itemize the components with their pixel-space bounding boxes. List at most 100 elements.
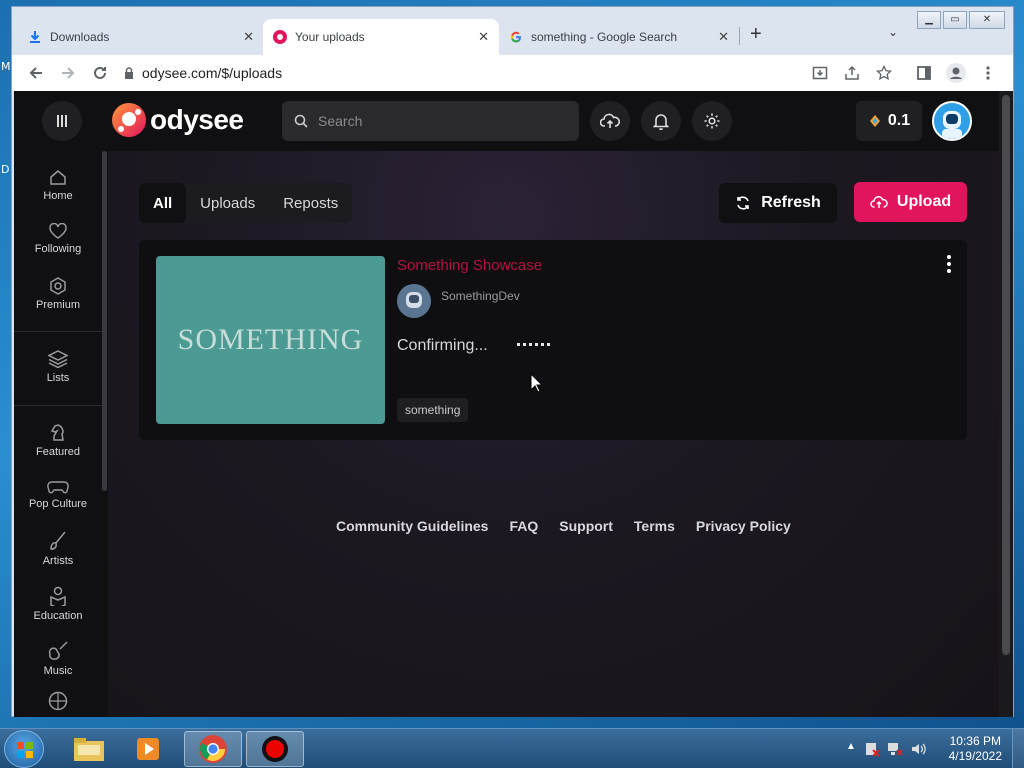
- taskbar-explorer[interactable]: [60, 731, 118, 767]
- network-icon[interactable]: [887, 741, 903, 757]
- sidebar-item-lists[interactable]: Lists: [14, 341, 102, 393]
- taskbar-media-player[interactable]: [120, 731, 178, 767]
- action-center-icon[interactable]: [864, 741, 880, 757]
- basketball-icon: [48, 691, 68, 711]
- bookmark-button[interactable]: [872, 61, 896, 85]
- desktop-icon-label[interactable]: M: [1, 60, 11, 73]
- volume-icon[interactable]: [910, 741, 926, 757]
- footer-link-privacy-policy[interactable]: Privacy Policy: [696, 518, 791, 534]
- cloud-upload-icon: [870, 196, 888, 208]
- sidebar-scrollbar[interactable]: [102, 151, 107, 491]
- sidebar-item-music[interactable]: Music: [14, 633, 102, 685]
- upload-button[interactable]: Upload: [854, 182, 967, 222]
- odysee-icon: [273, 30, 287, 44]
- tab-your-uploads[interactable]: Your uploads ✕: [263, 19, 499, 55]
- minimize-button[interactable]: ▁: [917, 11, 941, 29]
- card-menu-button[interactable]: [939, 254, 959, 274]
- close-icon[interactable]: ✕: [243, 29, 254, 45]
- footer-link-faq[interactable]: FAQ: [509, 518, 538, 534]
- heart-icon: [49, 223, 67, 239]
- sidebar-item-label: Featured: [35, 446, 81, 458]
- sidebar-item-label: Home: [43, 190, 73, 202]
- start-button[interactable]: [4, 730, 44, 768]
- upload-label: Upload: [896, 193, 952, 210]
- settings-button[interactable]: [692, 101, 732, 141]
- sidebar-item-home[interactable]: Home: [14, 159, 102, 211]
- sidebar-item-education[interactable]: Education: [14, 578, 102, 630]
- sidebar-item-more[interactable]: [14, 691, 102, 717]
- tab-search-button[interactable]: ⌄: [888, 25, 898, 39]
- channel-avatar[interactable]: [397, 284, 431, 318]
- filter-uploads[interactable]: Uploads: [186, 183, 269, 223]
- search-input[interactable]: [318, 113, 548, 129]
- desktop-icon-label[interactable]: D: [1, 163, 9, 176]
- notifications-button[interactable]: [641, 101, 681, 141]
- install-icon: [812, 66, 828, 80]
- back-button[interactable]: [24, 61, 48, 85]
- taskbar-chrome[interactable]: [184, 731, 242, 767]
- sidebar-divider: [14, 331, 102, 332]
- sidebar-item-premium[interactable]: Premium: [14, 268, 102, 320]
- tab-google-search[interactable]: something - Google Search ✕: [509, 19, 739, 55]
- share-icon: [845, 65, 859, 80]
- sidebar-item-artists[interactable]: Artists: [14, 523, 102, 575]
- sidebar-item-label: Following: [34, 243, 82, 255]
- user-avatar[interactable]: [932, 101, 972, 141]
- filter-reposts[interactable]: Reposts: [269, 183, 352, 223]
- astronaut-avatar-icon: [397, 284, 431, 318]
- uploads-filter-bar: All Uploads Reposts: [139, 183, 353, 223]
- system-clock[interactable]: 10:36 PM 4/19/2022: [949, 734, 1002, 764]
- guitar-icon: [48, 641, 68, 660]
- sidebar-toggle-button[interactable]: [42, 101, 82, 141]
- filter-all[interactable]: All: [139, 183, 187, 223]
- loading-indicator: [517, 343, 550, 346]
- footer-link-support[interactable]: Support: [559, 518, 613, 534]
- show-desktop-button[interactable]: [1012, 729, 1024, 768]
- tab-downloads[interactable]: Downloads ✕: [28, 19, 264, 55]
- home-icon: [50, 170, 66, 185]
- clock-time: 10:36 PM: [949, 734, 1001, 748]
- forward-button[interactable]: [56, 61, 80, 85]
- close-icon[interactable]: ✕: [718, 29, 729, 45]
- refresh-button[interactable]: Refresh: [719, 183, 837, 223]
- maximize-button[interactable]: ▭: [943, 11, 967, 29]
- sidebar-item-pop-culture[interactable]: Pop Culture: [14, 469, 102, 521]
- arrow-left-icon: [29, 67, 42, 79]
- tray-expand-icon[interactable]: ▲: [846, 741, 856, 752]
- sidebar-item-label: Pop Culture: [28, 498, 88, 510]
- credits-balance[interactable]: 0.1: [856, 101, 922, 141]
- scrollbar-thumb[interactable]: [1002, 95, 1010, 655]
- channel-name[interactable]: SomethingDev: [441, 289, 520, 303]
- sidebar-item-following[interactable]: Following: [14, 213, 102, 265]
- reload-button[interactable]: [88, 61, 112, 85]
- share-button[interactable]: [840, 61, 864, 85]
- publish-button[interactable]: [590, 101, 630, 141]
- tag-chip[interactable]: something: [397, 398, 469, 422]
- menu-button[interactable]: [976, 61, 1000, 85]
- close-icon[interactable]: ✕: [478, 29, 489, 45]
- profile-button[interactable]: [944, 61, 968, 85]
- gamepad-icon: [47, 481, 69, 494]
- footer-link-community-guidelines[interactable]: Community Guidelines: [336, 518, 488, 534]
- mouse-cursor-icon: [530, 373, 544, 393]
- close-window-button[interactable]: ✕: [969, 11, 1005, 29]
- arrow-right-icon: [62, 67, 75, 79]
- search-bar[interactable]: [282, 101, 579, 141]
- address-bar[interactable]: odysee.com/$/uploads: [124, 59, 824, 87]
- upload-title[interactable]: Something Showcase: [397, 257, 542, 274]
- sidebar-item-label: Education: [33, 610, 83, 622]
- gear-icon: [704, 113, 720, 129]
- side-panel-button[interactable]: [912, 61, 936, 85]
- upload-thumbnail[interactable]: SOMETHING: [156, 256, 385, 424]
- odysee-logo[interactable]: odysee: [112, 103, 244, 137]
- tab-title: Downloads: [50, 30, 110, 44]
- install-app-button[interactable]: [808, 61, 832, 85]
- new-tab-button[interactable]: +: [750, 23, 762, 46]
- upload-card[interactable]: SOMETHING Something Showcase SomethingDe…: [139, 240, 967, 440]
- sidebar-item-featured[interactable]: Featured: [14, 414, 102, 466]
- windows-taskbar: ▲ 10:36 PM 4/19/2022: [0, 728, 1024, 768]
- layers-icon: [48, 350, 68, 368]
- footer-link-terms[interactable]: Terms: [634, 518, 675, 534]
- taskbar-recorder[interactable]: [246, 731, 304, 767]
- page-scrollbar[interactable]: [999, 91, 1013, 717]
